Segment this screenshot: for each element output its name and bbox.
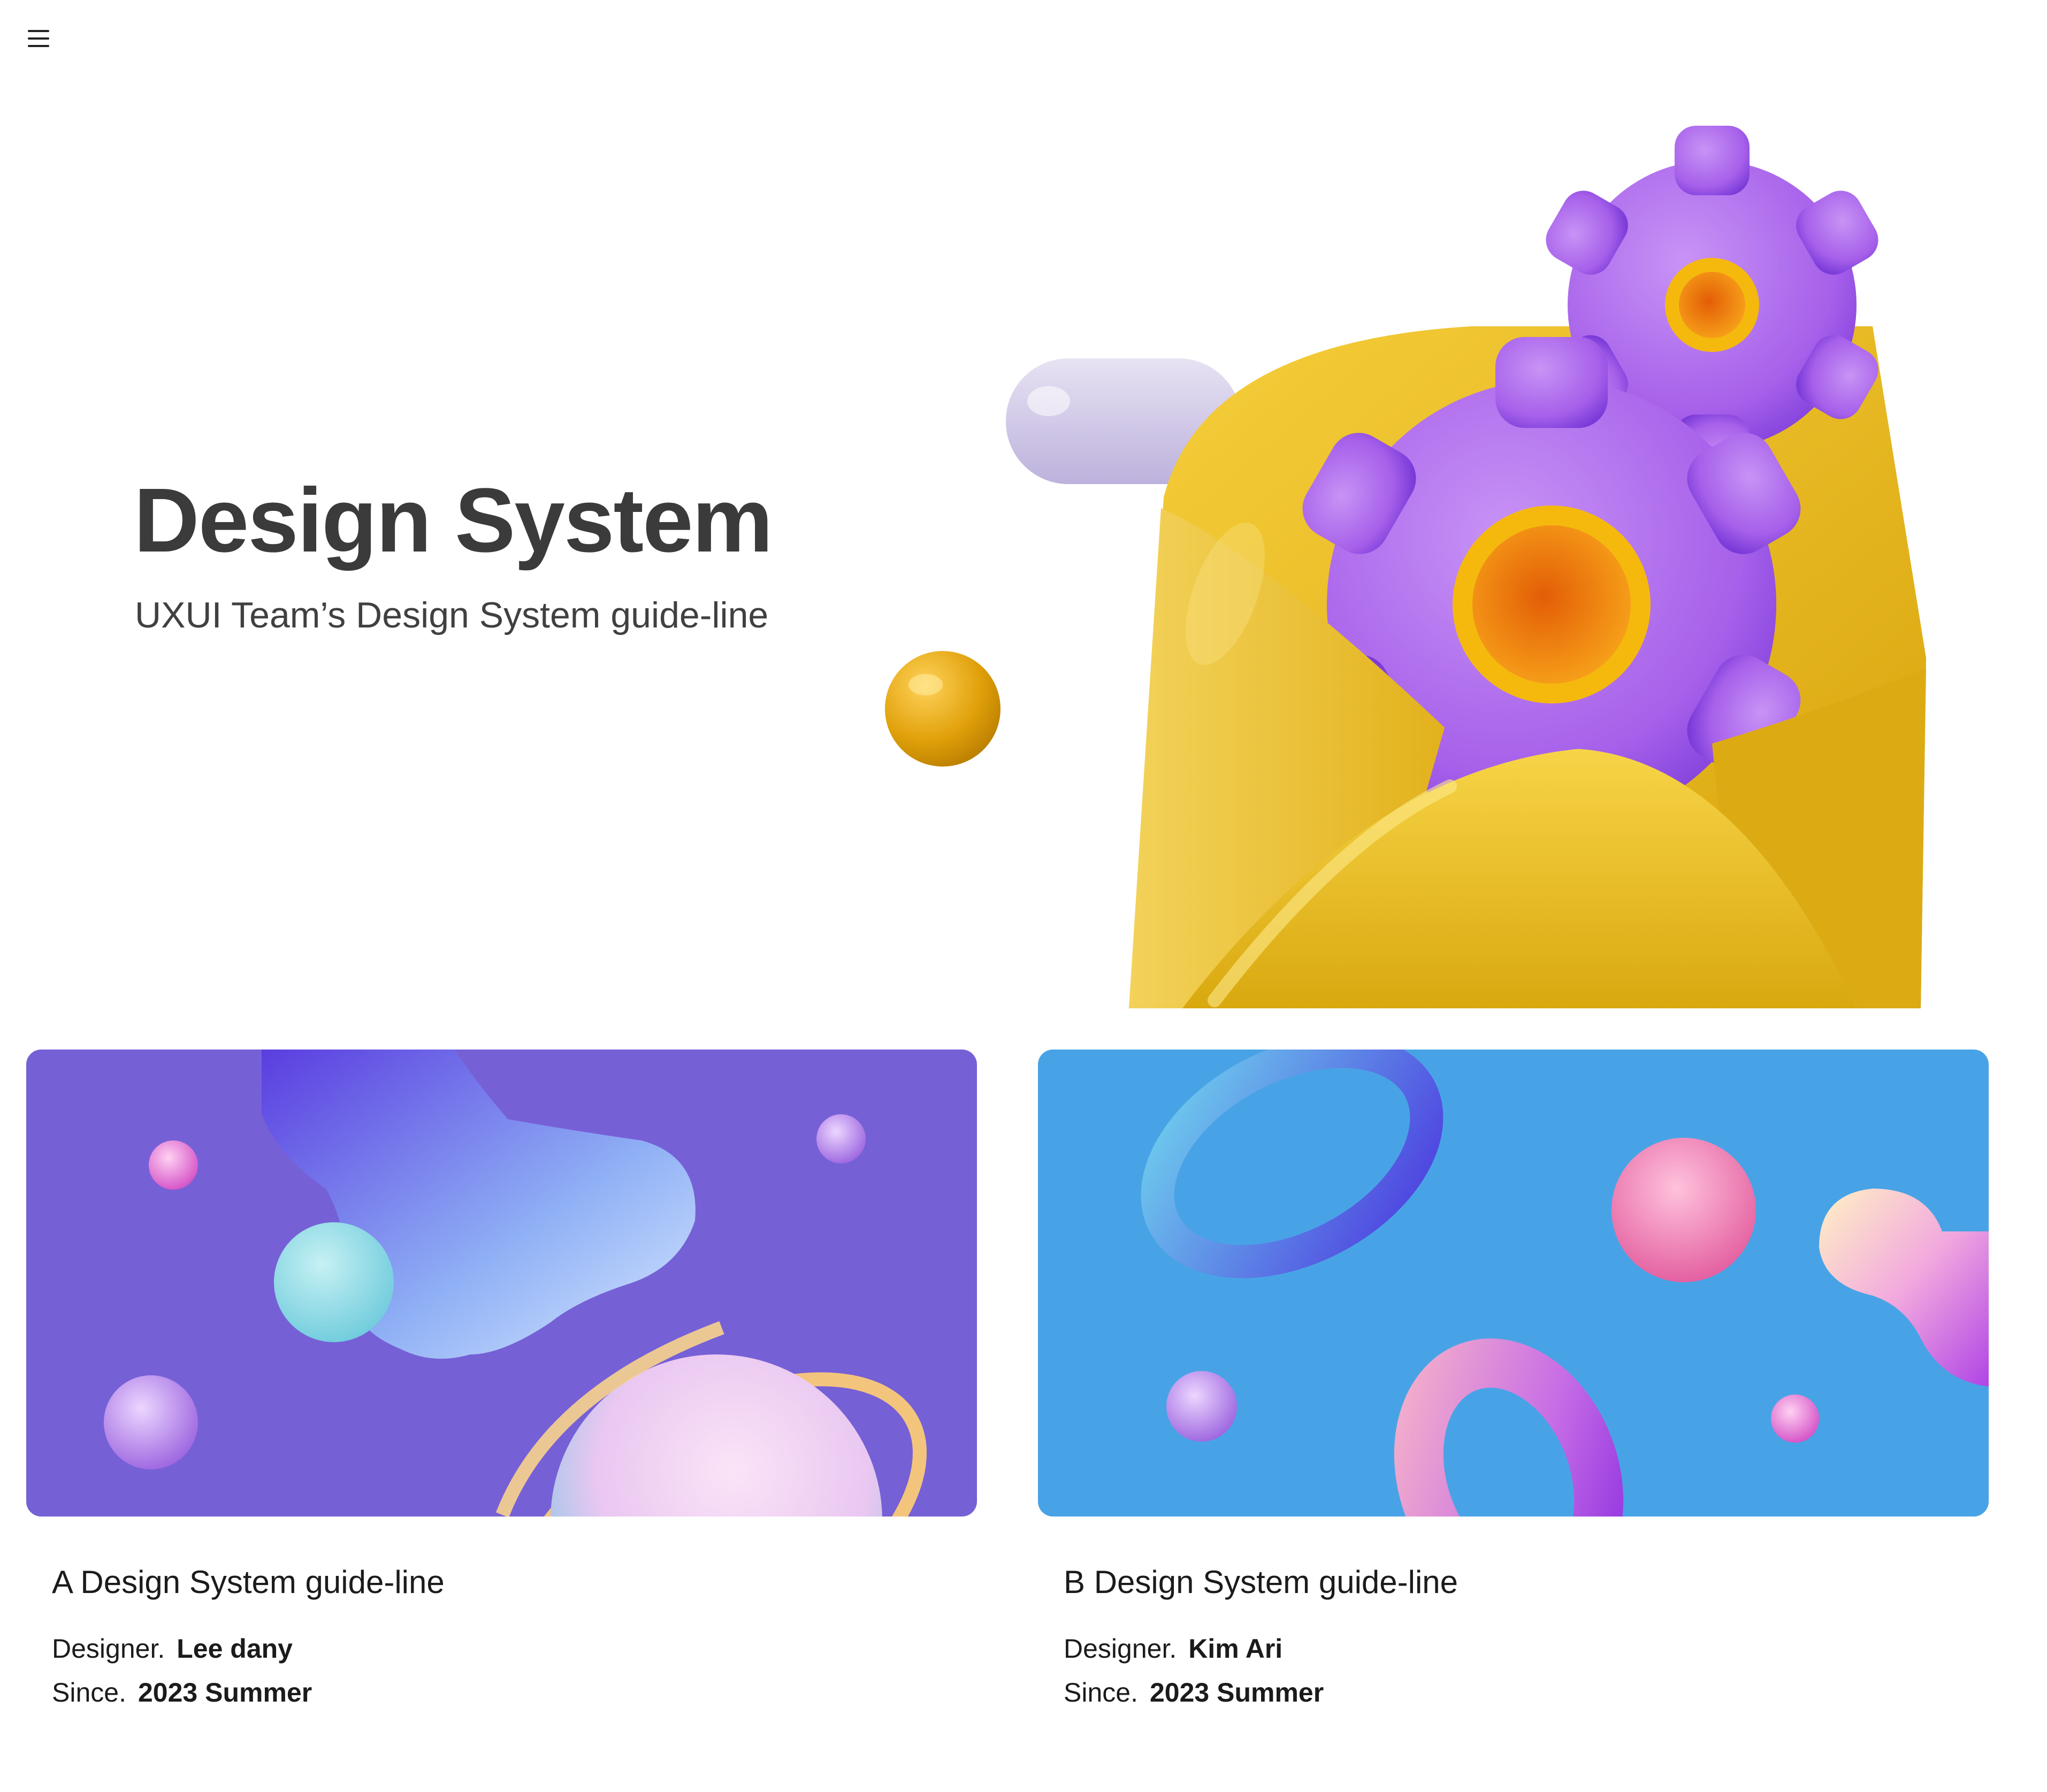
page-title: Design System (134, 470, 773, 571)
card-thumbnail[interactable] (1038, 1050, 1989, 1517)
menu-bar-line (28, 45, 49, 47)
card-thumbnail[interactable] (26, 1050, 977, 1517)
design-system-card-a[interactable]: A Design System guide-line Designer. Lee … (26, 1050, 977, 1745)
menu-bar-line (28, 37, 49, 40)
since-label: Since. (1064, 1678, 1138, 1707)
since-label: Since. (52, 1678, 126, 1707)
designer-label: Designer. (52, 1634, 165, 1664)
designer-name: Kim Ari (1188, 1634, 1283, 1664)
blue-rings-spheres-illustration (1038, 1050, 1989, 1517)
menu-bar-line (28, 30, 49, 32)
design-system-card-b[interactable]: B Design System guide-line Designer. Kim … (1038, 1050, 1989, 1745)
hamburger-menu-icon[interactable] (19, 19, 58, 58)
page-subtitle: UXUI Team’s Design System guide-line (135, 595, 769, 635)
since-row: Since. 2023 Summer (1064, 1676, 1324, 1709)
card-title[interactable]: A Design System guide-line (52, 1563, 445, 1602)
since-row: Since. 2023 Summer (52, 1676, 312, 1709)
designer-row: Designer. Lee dany (52, 1633, 293, 1665)
envelope-with-gears-illustration (885, 126, 1926, 1008)
purple-planet-blob-illustration (26, 1050, 977, 1517)
card-title[interactable]: B Design System guide-line (1064, 1563, 1458, 1602)
since-value: 2023 Summer (138, 1678, 312, 1707)
since-value: 2023 Summer (1149, 1678, 1324, 1707)
designer-row: Designer. Kim Ari (1064, 1633, 1282, 1665)
designer-name: Lee dany (177, 1634, 293, 1664)
designer-label: Designer. (1064, 1634, 1177, 1664)
